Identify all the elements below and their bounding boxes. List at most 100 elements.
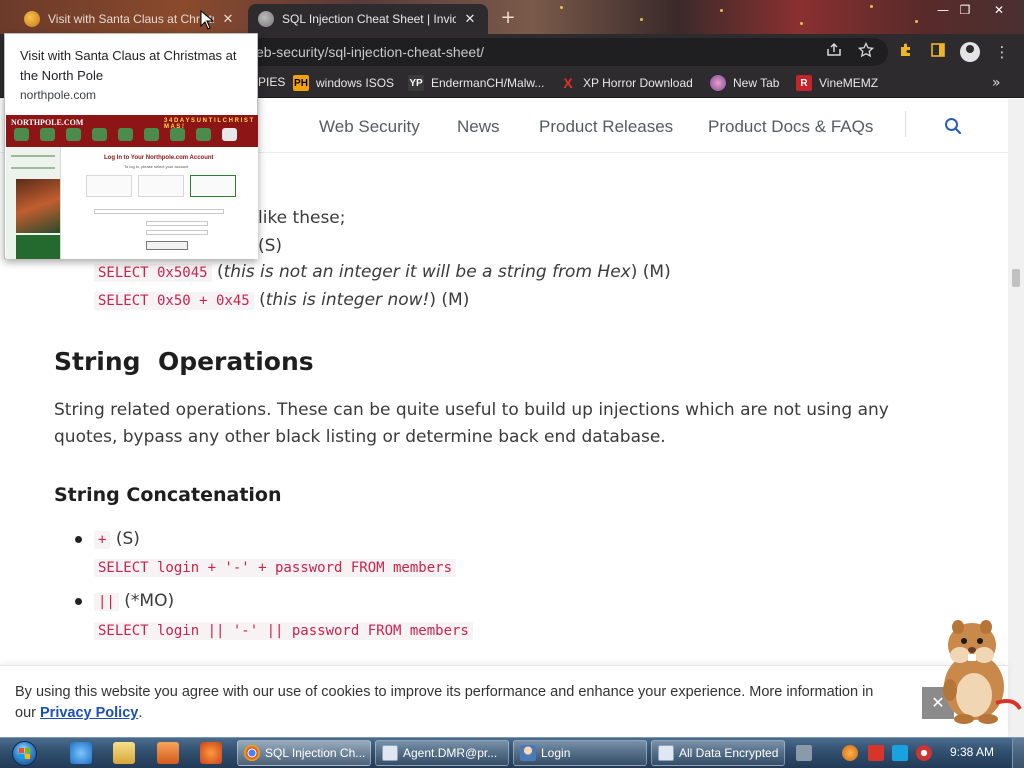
tray-v-icon[interactable] [818, 745, 834, 761]
yp-icon: YP [408, 75, 424, 91]
operator-code: || [94, 593, 119, 611]
windows-logo-icon [19, 748, 30, 759]
cookie-text: By using this website you agree with our… [15, 684, 874, 700]
bookmark-vinememz[interactable]: R VineMEMZ [796, 75, 878, 91]
decoration [560, 6, 563, 9]
scrollbar-thumb[interactable] [1012, 269, 1020, 287]
thumb-nav-icon [196, 128, 211, 141]
code-snippet: SELECT 0x5045 [94, 264, 212, 282]
thumb-nav-icon [66, 128, 81, 141]
taskbar-button-label: Agent.DMR@pr... [403, 746, 498, 760]
thumb-heading: Log In to Your Northpole.com Account [104, 155, 214, 161]
globe-favicon-icon [258, 11, 274, 27]
text: ) [429, 290, 436, 310]
tab-title: Visit with Santa Claus at Christmas [48, 12, 214, 26]
bookmark-label: XP Horror Download [583, 76, 693, 90]
tray-network-icon[interactable] [892, 745, 908, 761]
extensions-icon[interactable] [896, 42, 916, 62]
close-tab-icon[interactable]: ✕ [462, 11, 478, 27]
thumb-option [86, 175, 132, 197]
hamster-assistant-icon[interactable] [930, 615, 1024, 725]
thumb-nav-icon [118, 128, 133, 141]
taskbar-clock[interactable]: 9:38 AM [950, 745, 994, 759]
taskbar-button-login[interactable]: Login [513, 740, 647, 766]
tray-app-icon[interactable] [796, 745, 812, 761]
bookmark-new-tab[interactable]: New Tab [710, 75, 779, 91]
thumb-message [94, 209, 224, 214]
partial-text: like these; [258, 208, 346, 228]
thumb-option [138, 175, 184, 197]
tray-flag-icon[interactable] [868, 745, 884, 761]
text: ( [253, 290, 266, 310]
file-explorer-icon[interactable] [113, 742, 135, 764]
cookie-text: our Privacy Policy. [15, 705, 142, 721]
mouse-cursor-icon [200, 9, 215, 30]
start-button[interactable] [6, 741, 44, 766]
example-line: SELECT login + '-' + password FROM membe… [94, 557, 457, 577]
hex-example-line: SELECT 0x50 + 0x45 (this is integer now!… [94, 290, 469, 310]
preview-domain: northpole.com [20, 88, 97, 102]
tray-volume-icon[interactable] [916, 745, 932, 761]
taskbar-button-label: All Data Encrypted [679, 746, 779, 760]
db-tag: (M) [435, 290, 470, 310]
tab-strip: Visit with Santa Claus at Christmas ✕ SQ… [0, 0, 1024, 34]
globe-icon [710, 75, 726, 91]
firefox-icon[interactable] [200, 742, 222, 764]
bookmarks-overflow-button[interactable]: » [992, 75, 1001, 91]
url-text[interactable]: eb-security/sql-injection-cheat-sheet/ [256, 44, 484, 60]
taskbar-button-agent[interactable]: Agent.DMR@pr... [375, 740, 509, 766]
sidebar-icon[interactable] [928, 42, 948, 62]
thumb-nav-icon [170, 128, 185, 141]
media-player-icon[interactable] [157, 742, 179, 764]
santa-favicon-icon [24, 11, 40, 27]
share-icon[interactable] [824, 42, 844, 62]
tab-sql-injection[interactable]: SQL Injection Cheat Sheet | Invicti ✕ [248, 4, 488, 34]
r-icon: R [796, 75, 812, 91]
preview-title: Visit with Santa Claus at Christmas at t… [20, 48, 237, 83]
bookmark-endermanch[interactable]: YP EndermanCH/Malw... [408, 75, 544, 91]
thumb-subheading: To log in, please select your account [124, 164, 189, 169]
db-tag: (M) [637, 262, 671, 282]
user-icon [520, 745, 536, 761]
tab-title: SQL Injection Cheat Sheet | Invicti [282, 12, 456, 26]
minimize-button[interactable]: — [932, 2, 954, 18]
bookmark-label: PIES [258, 75, 286, 89]
list-item: || (*MO) [94, 591, 174, 611]
thumb-photo [16, 179, 60, 233]
section-paragraph: quotes, bypass any other black listing o… [54, 427, 666, 447]
tray-search-icon[interactable] [842, 745, 858, 761]
decoration [870, 5, 873, 8]
thumb-nav-icon [14, 128, 29, 141]
close-window-button[interactable]: ✕ [988, 2, 1010, 18]
bookmark-pies[interactable]: PIES [258, 75, 285, 89]
bookmark-xp-horror[interactable]: X XP Horror Download [560, 75, 693, 91]
preview-thumbnail: NORTHPOLE.COM 3 4 D A Y S U N T I L C H … [6, 115, 258, 259]
bullet [75, 598, 82, 605]
thumb-nav-icon [92, 128, 107, 141]
internet-explorer-icon[interactable] [70, 742, 92, 764]
show-desktop-button[interactable] [1012, 738, 1024, 768]
taskbar-button-label: SQL Injection Ch... [265, 746, 366, 760]
decoration [915, 20, 918, 23]
bookmark-windows-isos[interactable]: PH windows ISOS [293, 75, 394, 91]
thumb-login-button [146, 241, 188, 250]
thumb-password-field [146, 230, 208, 235]
thumb-caption-box [16, 235, 60, 259]
x-icon: X [563, 75, 573, 91]
menu-icon[interactable]: ⋮ [992, 42, 1012, 62]
taskbar-button-chrome[interactable]: SQL Injection Ch... [237, 740, 371, 766]
bookmark-label: New Tab [733, 76, 780, 90]
new-tab-button[interactable]: + [498, 8, 518, 28]
taskbar-button-all-data-encrypted[interactable]: All Data Encrypted [651, 740, 785, 766]
profile-icon[interactable] [960, 42, 980, 62]
section-heading: String Operations [54, 347, 314, 376]
section-paragraph: String related operations. These can be … [54, 400, 889, 420]
restore-button[interactable]: ❐ [954, 2, 976, 18]
italic-note: this is integer now! [265, 290, 430, 310]
close-tab-icon[interactable]: ✕ [220, 11, 236, 27]
code-snippet: SELECT 0x50 + 0x45 [94, 292, 254, 310]
text: our [15, 705, 40, 721]
star-icon[interactable] [856, 41, 876, 62]
privacy-policy-link[interactable]: Privacy Policy [40, 705, 138, 721]
db-tag: (S) [110, 529, 140, 549]
